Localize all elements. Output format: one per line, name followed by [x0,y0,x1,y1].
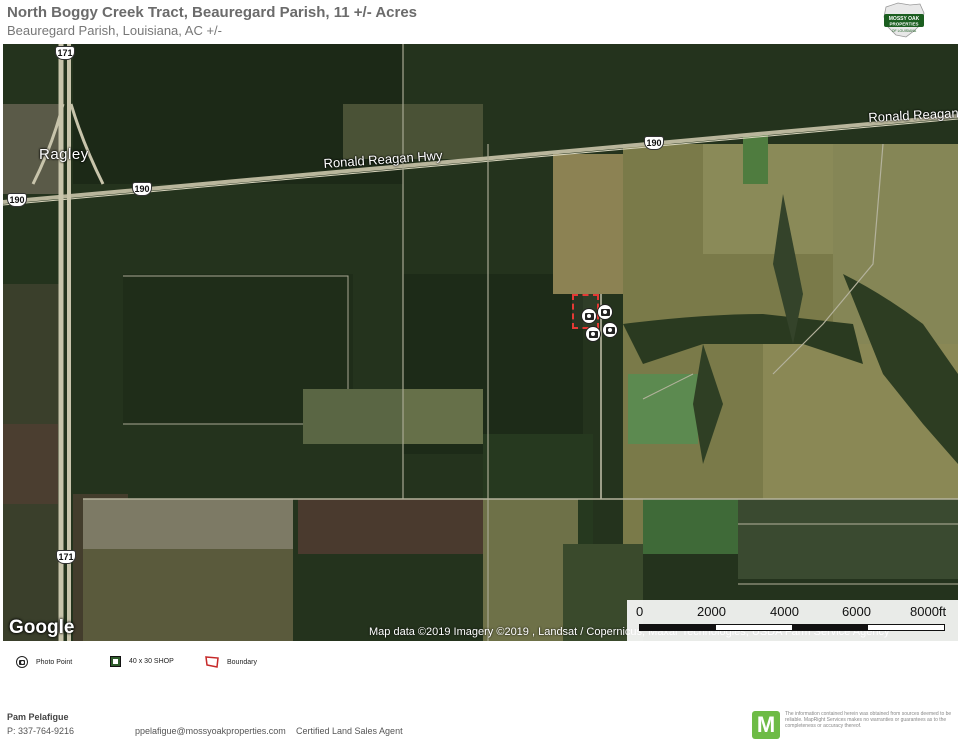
town-label: Ragley [39,146,89,163]
photo-point-marker[interactable] [581,308,597,324]
scale-label: 2000 [697,604,726,619]
agent-phone[interactable]: P: 337-764-9216 [7,726,74,736]
agent-name: Pam Pelafigue [7,712,69,722]
highway-shield-190: 190 [644,136,664,150]
scale-bar [639,624,945,631]
scale-label: 4000 [770,604,799,619]
scale-label: 8000ft [910,604,947,619]
highway-shield-171: 171 [56,550,76,564]
google-logo: Google [9,617,75,638]
photo-point-marker[interactable] [602,322,618,338]
highway-shield-190: 190 [7,193,27,207]
svg-text:OF LOUISIANA: OF LOUISIANA [892,29,917,33]
footer: Pam Pelafigue P: 337-764-9216 ppelafigue… [0,708,962,743]
svg-text:PROPERTIES: PROPERTIES [889,22,918,27]
scale-label: 6000 [842,604,871,619]
boundary-icon [205,656,219,668]
legend-item-boundary: Boundary [205,656,257,668]
legend-item-shop: 40 x 30 SHOP [110,656,174,667]
legend-item-photo-point: Photo Point [16,656,72,668]
page-subtitle: Beauregard Parish, Louisiana, AC +/- [7,23,222,38]
map-legend: Photo Point 40 x 30 SHOP Boundary [0,652,962,676]
brand-logo: MOSSY OAK PROPERTIES OF LOUISIANA [883,2,925,38]
agent-email[interactable]: ppelafigue@mossyoakproperties.com [135,726,286,736]
camera-icon [605,326,615,334]
highway-shield-190: 190 [132,182,152,196]
legend-label: 40 x 30 SHOP [129,658,174,665]
camera-icon [588,330,598,338]
camera-icon [600,308,610,316]
header: North Boggy Creek Tract, Beauregard Pari… [0,0,962,44]
disclaimer-text: The information contained herein was obt… [785,711,952,729]
shop-icon [110,656,121,667]
legend-label: Boundary [227,658,257,666]
agent-role: Certified Land Sales Agent [296,726,403,736]
scale-bar-panel: 0 2000 4000 6000 8000ft [627,600,958,641]
photo-point-marker[interactable] [597,304,613,320]
camera-icon [16,656,28,668]
camera-icon [584,312,594,320]
photo-point-marker[interactable] [585,326,601,342]
legend-label: Photo Point [36,658,73,666]
scale-label: 0 [636,604,644,619]
page-title: North Boggy Creek Tract, Beauregard Pari… [7,4,418,21]
map-view[interactable]: Ragley Ronald Reagan Hwy Ronald Reagan 1… [3,44,958,641]
satellite-imagery [3,44,958,641]
highway-shield-171: 171 [55,46,75,60]
mapright-logo: M [752,711,780,739]
